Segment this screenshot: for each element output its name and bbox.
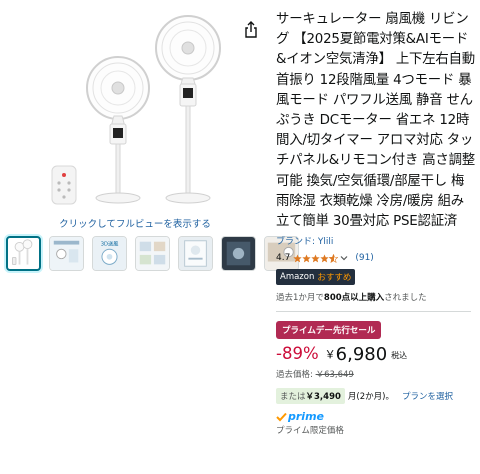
past-price-value: ￥63,649 [315, 370, 354, 381]
tall-fan-illustration [155, 15, 221, 204]
thumbnail-4[interactable] [135, 236, 170, 271]
purchase-count-text: 過去1か月で800点以上購入されました [276, 291, 476, 303]
past-price-label: 過去価格: [276, 370, 316, 381]
remote-control-illustration [51, 165, 77, 205]
product-details: サーキュレーター 扇風機 リビング 【2025夏節電対策&AIモード&イオン空気… [276, 10, 476, 436]
amazon-recommend-badge[interactable]: Amazon おすすめ [276, 269, 356, 286]
installment-term: 月(2か月)。 [347, 392, 394, 403]
rating-row: 4.7 (91) [276, 253, 476, 263]
prime-logo-text: prime [288, 410, 324, 424]
product-title: サーキュレーター 扇風機 リビング 【2025夏節電対策&AIモード&イオン空気… [276, 12, 475, 230]
thumb-3-label: 3D送風 [101, 239, 119, 247]
installment-row: または￥3,490 月(2か月)。 プランを選択 [276, 388, 476, 405]
discount-percent: -89% [276, 344, 319, 364]
price-value: 6,980 [335, 344, 388, 366]
deal-badge: プライムデー先行セール [276, 321, 382, 340]
thumbnail-1[interactable] [6, 236, 41, 271]
price-currency: ￥ [324, 348, 336, 362]
main-product-image[interactable] [40, 8, 240, 213]
star-icon [293, 254, 302, 263]
select-plan-link[interactable]: プランを選択 [402, 390, 453, 402]
bought-suffix: されました [384, 293, 427, 304]
star-icon [302, 254, 311, 263]
recommend-suffix: おすすめ [317, 273, 352, 284]
share-icon[interactable] [242, 20, 260, 40]
prime-badge: prime [276, 410, 476, 423]
thumbnail-3[interactable]: 3D送風 [92, 236, 127, 271]
star-icon [311, 254, 320, 263]
installment-prefix: または [280, 392, 306, 403]
brand-link[interactable]: ブランド: Ylili [276, 234, 476, 247]
product-gallery: クリックしてフルビューを表示する 3D送風 [0, 0, 299, 300]
prime-check-icon [276, 412, 287, 422]
review-count-link[interactable]: (91) [355, 253, 373, 263]
bought-count: 800点以上購入 [323, 293, 385, 304]
installment-box: または￥3,490 [276, 388, 345, 405]
thumbnail-strip: 3D送風 [6, 236, 299, 271]
divider [276, 311, 471, 313]
full-view-hint-link[interactable]: クリックしてフルビューを表示する [0, 216, 270, 230]
rating-value: 4.7 [276, 253, 291, 264]
star-half-icon [329, 253, 339, 263]
thumbnail-2[interactable] [49, 236, 84, 271]
past-price: 過去価格: ￥63,649 [276, 368, 476, 380]
prime-only-price-label: プライム限定価格 [276, 426, 344, 437]
recommend-prefix: Amazon [280, 272, 315, 283]
star-icon [320, 254, 329, 263]
short-fan-illustration [86, 56, 150, 204]
thumbnail-6[interactable] [221, 236, 256, 271]
installment-amount: ￥3,490 [305, 392, 341, 403]
tax-label: 税込 [391, 351, 408, 361]
thumbnail-5[interactable] [178, 236, 213, 271]
chevron-down-icon[interactable] [340, 254, 348, 262]
rating-stars[interactable] [293, 253, 339, 263]
price-row: -89% ￥ 6,980 税込 [276, 344, 476, 365]
bought-prefix: 過去1か月で [276, 293, 324, 304]
